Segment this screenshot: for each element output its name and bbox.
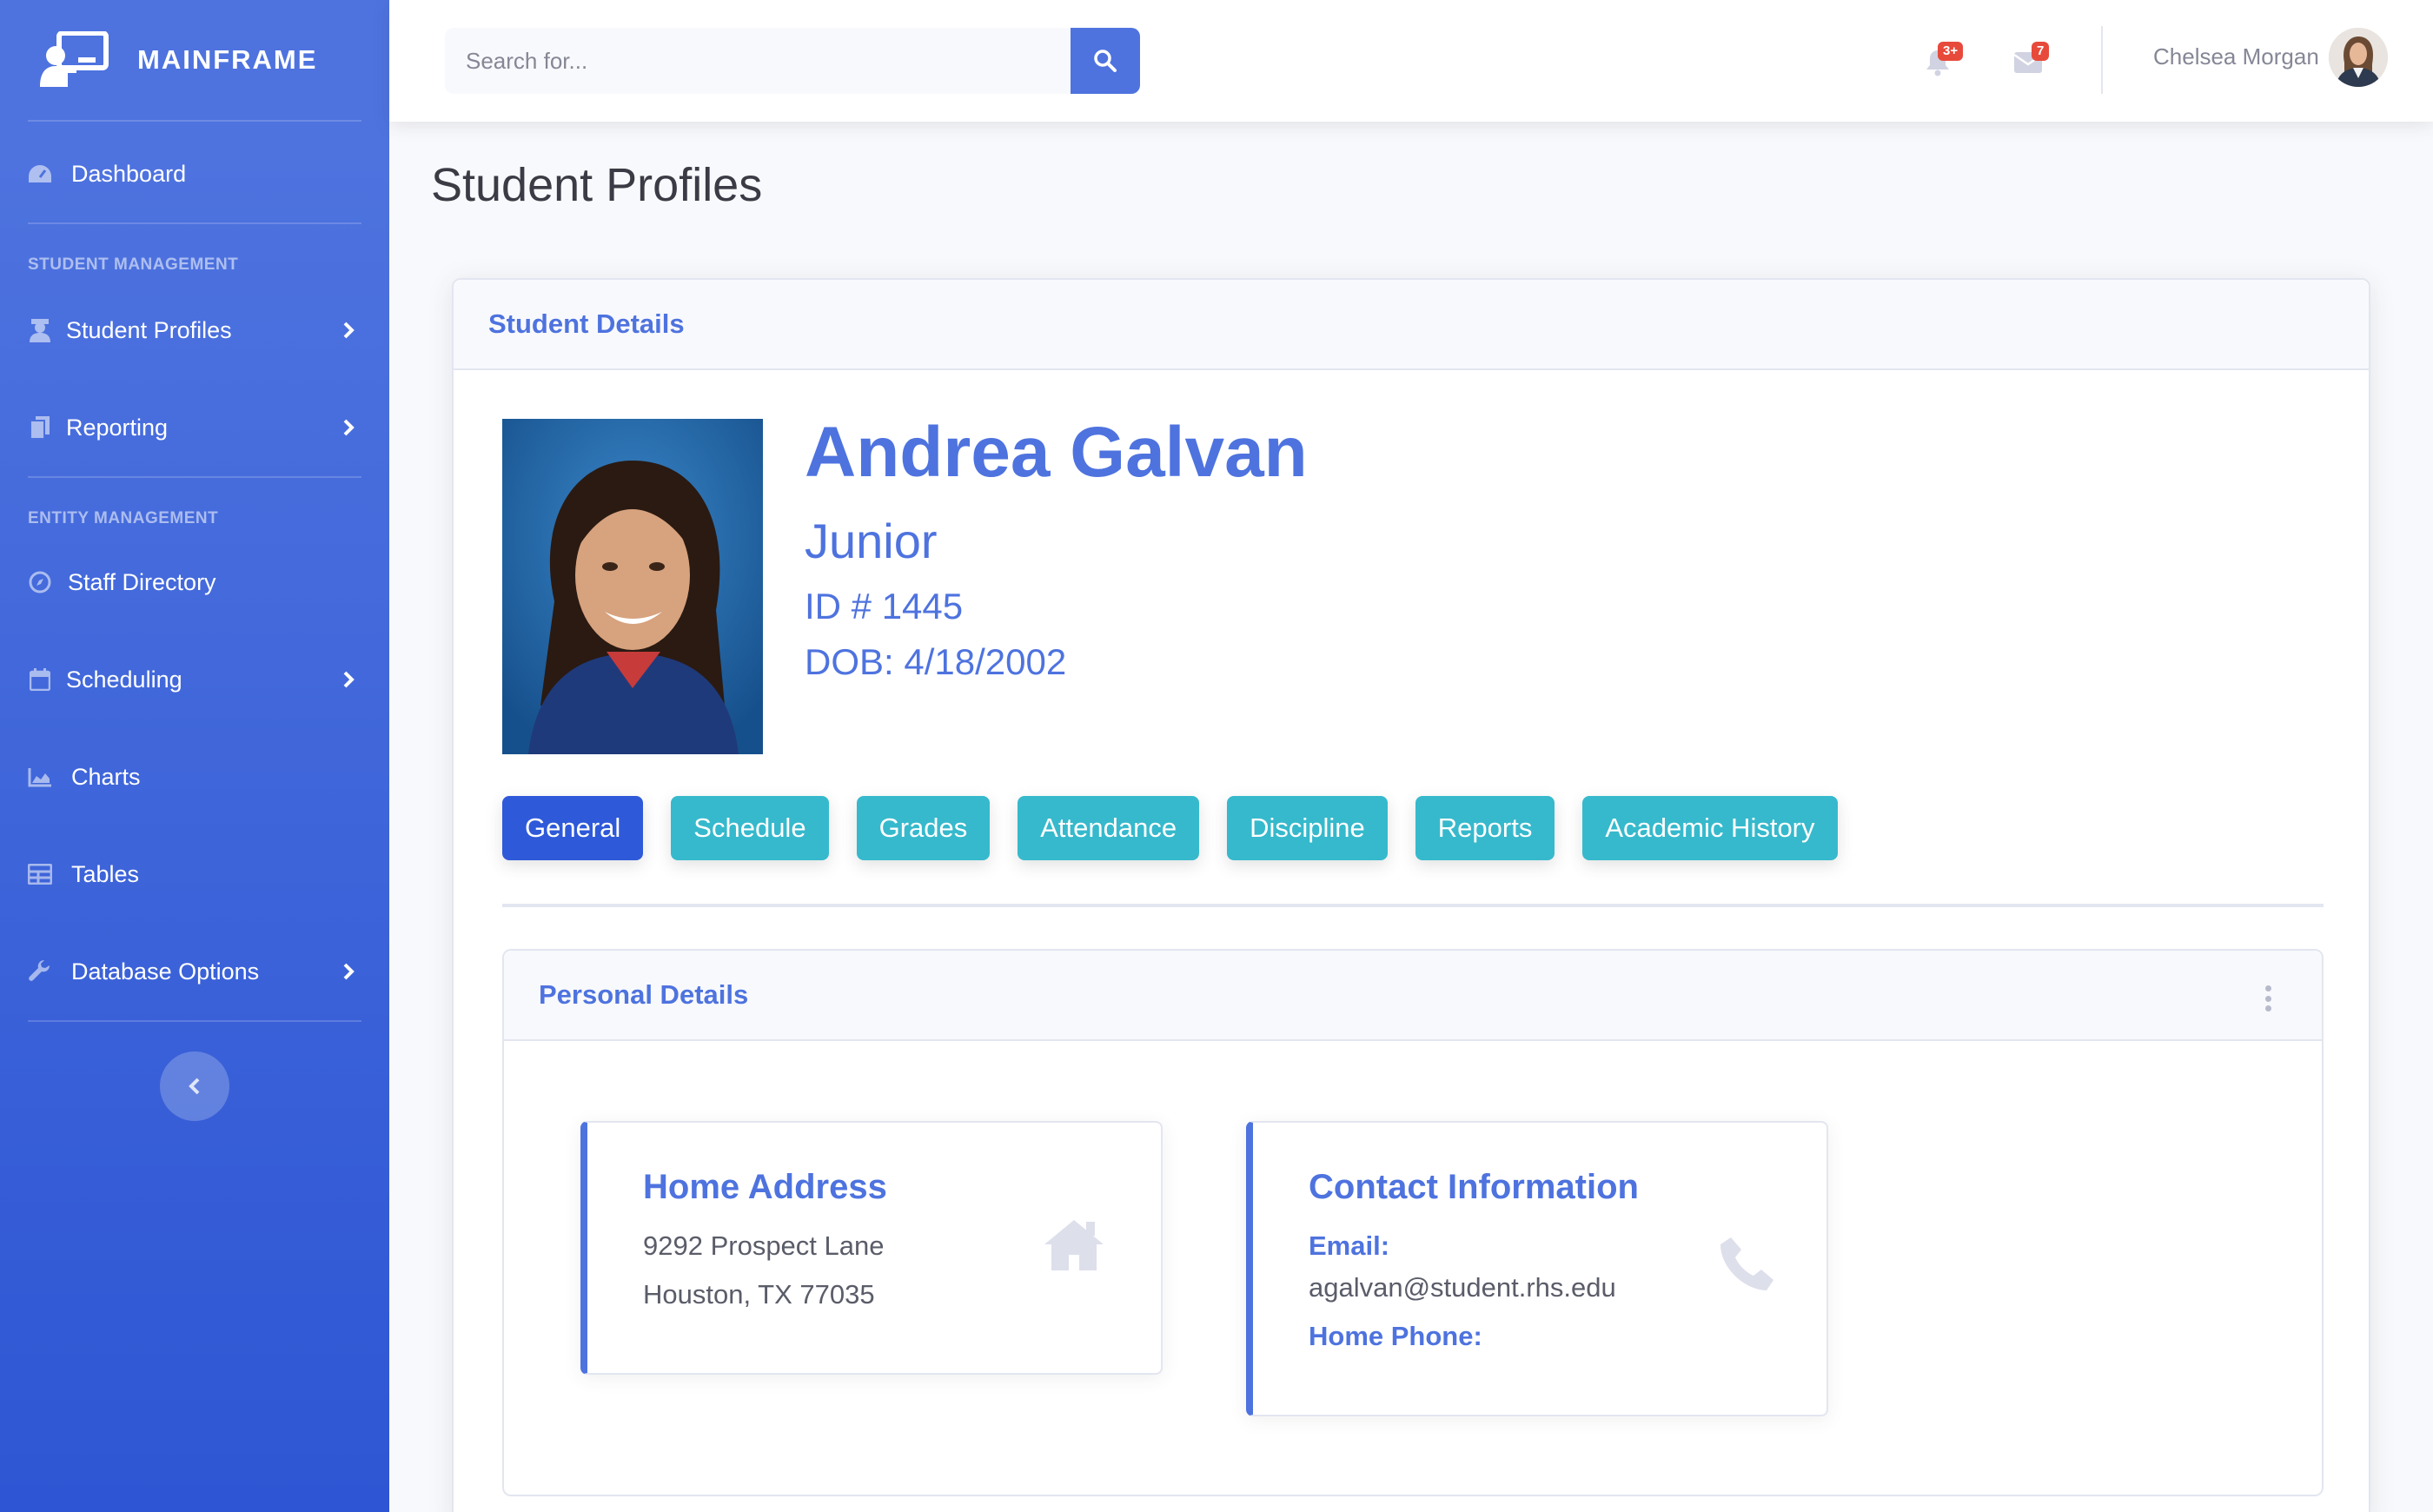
user-graduate-icon <box>28 318 52 342</box>
sidebar-item-staff-directory[interactable]: Staff Directory <box>28 556 361 608</box>
contact-information-title: Contact Information <box>1309 1168 1639 1206</box>
chevron-left-icon <box>189 1078 200 1095</box>
search-input[interactable] <box>445 28 1071 94</box>
brand-name: MAINFRAME <box>137 44 318 75</box>
sidebar-item-charts[interactable]: Charts <box>28 751 361 803</box>
student-name: Andrea Galvan <box>805 413 1308 492</box>
student-details-card: Student Details Andrea Galvan Junior ID … <box>452 278 2370 1512</box>
tab-reports[interactable]: Reports <box>1415 796 1555 860</box>
student-photo <box>502 419 763 754</box>
tab-grades[interactable]: Grades <box>856 796 991 860</box>
sidebar: MAINFRAME Dashboard STUDENT MANAGEMENT S… <box>0 0 389 1512</box>
alerts-dropdown[interactable]: 3+ <box>1913 38 1964 87</box>
sidebar-item-label: Student Profiles <box>66 316 232 343</box>
tab-schedule[interactable]: Schedule <box>671 796 829 860</box>
alerts-badge: 3+ <box>1938 42 1964 61</box>
search-form <box>445 28 1140 94</box>
home-address-card: Home Address 9292 Prospect Lane Houston,… <box>580 1121 1163 1375</box>
card-header: Student Details <box>454 280 2369 370</box>
contact-information-card: Contact Information Email: agalvan@stude… <box>1246 1121 1828 1416</box>
student-dob: DOB: 4/18/2002 <box>805 641 1067 682</box>
card-title: Student Details <box>488 308 685 339</box>
card-header: Personal Details <box>504 951 2322 1041</box>
sidebar-item-label: Charts <box>71 763 141 790</box>
profile-tabs: General Schedule Grades Attendance Disci… <box>502 796 1866 860</box>
compass-icon <box>28 570 52 594</box>
sidebar-divider <box>28 120 361 122</box>
sidebar-item-dashboard[interactable]: Dashboard <box>28 148 361 200</box>
student-id: ID # 1445 <box>805 586 964 627</box>
sidebar-item-label: Scheduling <box>66 666 182 693</box>
card-title: Personal Details <box>539 979 749 1010</box>
tab-attendance[interactable]: Attendance <box>1018 796 1200 860</box>
sidebar-item-label: Database Options <box>71 958 260 985</box>
sidebar-item-label: Reporting <box>66 414 169 441</box>
tab-academic-history[interactable]: Academic History <box>1582 796 1838 860</box>
page-title: Student Profiles <box>431 159 763 211</box>
sidebar-item-scheduling[interactable]: Scheduling <box>28 653 361 706</box>
home-icon <box>1043 1217 1105 1277</box>
address-line-2: Houston, TX 77035 <box>643 1279 875 1310</box>
teacher-logo-icon <box>38 30 109 89</box>
personal-details-card: Personal Details Home Address 9292 Prosp… <box>502 949 2324 1496</box>
search-icon <box>1094 50 1117 72</box>
wrench-icon <box>28 959 52 984</box>
sidebar-item-label: Dashboard <box>71 160 187 187</box>
home-address-title: Home Address <box>643 1168 887 1206</box>
area-chart-icon <box>28 765 52 789</box>
sidebar-divider <box>28 1020 361 1022</box>
sidebar-item-label: Tables <box>71 860 140 887</box>
sidebar-heading: STUDENT MANAGEMENT <box>28 255 239 274</box>
avatar[interactable] <box>2329 28 2388 87</box>
messages-badge: 7 <box>2032 42 2050 61</box>
sidebar-divider <box>28 222 361 224</box>
sidebar-toggle-button[interactable] <box>160 1051 229 1121</box>
sidebar-item-label: Staff Directory <box>68 568 216 595</box>
copy-icon <box>28 415 52 440</box>
chevron-right-icon <box>339 962 358 981</box>
topbar-divider <box>2101 26 2103 94</box>
sidebar-heading: ENTITY MANAGEMENT <box>28 509 219 527</box>
chevron-right-icon <box>339 670 358 689</box>
sidebar-divider <box>28 476 361 478</box>
search-button[interactable] <box>1071 28 1140 94</box>
brand-link[interactable]: MAINFRAME <box>0 0 389 120</box>
topbar: 3+ 7 Chelsea Morgan <box>389 0 2433 122</box>
tachometer-icon <box>28 162 52 186</box>
section-divider <box>502 904 2324 907</box>
email-value[interactable]: agalvan@student.rhs.edu <box>1309 1272 1616 1303</box>
calendar-icon <box>28 667 52 692</box>
home-phone-label: Home Phone: <box>1309 1321 1482 1351</box>
address-line-1: 9292 Prospect Lane <box>643 1230 885 1261</box>
table-icon <box>28 862 52 886</box>
phone-icon <box>1717 1234 1778 1299</box>
user-name[interactable]: Chelsea Morgan <box>2153 43 2319 70</box>
student-grade: Junior <box>805 514 938 568</box>
chevron-right-icon <box>339 418 358 437</box>
sidebar-item-database-options[interactable]: Database Options <box>28 945 361 998</box>
messages-dropdown[interactable]: 7 <box>2004 38 2052 87</box>
chevron-right-icon <box>339 321 358 340</box>
email-label: Email: <box>1309 1230 1390 1261</box>
sidebar-item-tables[interactable]: Tables <box>28 848 361 900</box>
sidebar-item-reporting[interactable]: Reporting <box>28 401 361 454</box>
sidebar-item-student-profiles[interactable]: Student Profiles <box>28 304 361 356</box>
tab-discipline[interactable]: Discipline <box>1227 796 1388 860</box>
more-options-icon[interactable] <box>2263 985 2273 1011</box>
tab-general[interactable]: General <box>502 796 644 860</box>
